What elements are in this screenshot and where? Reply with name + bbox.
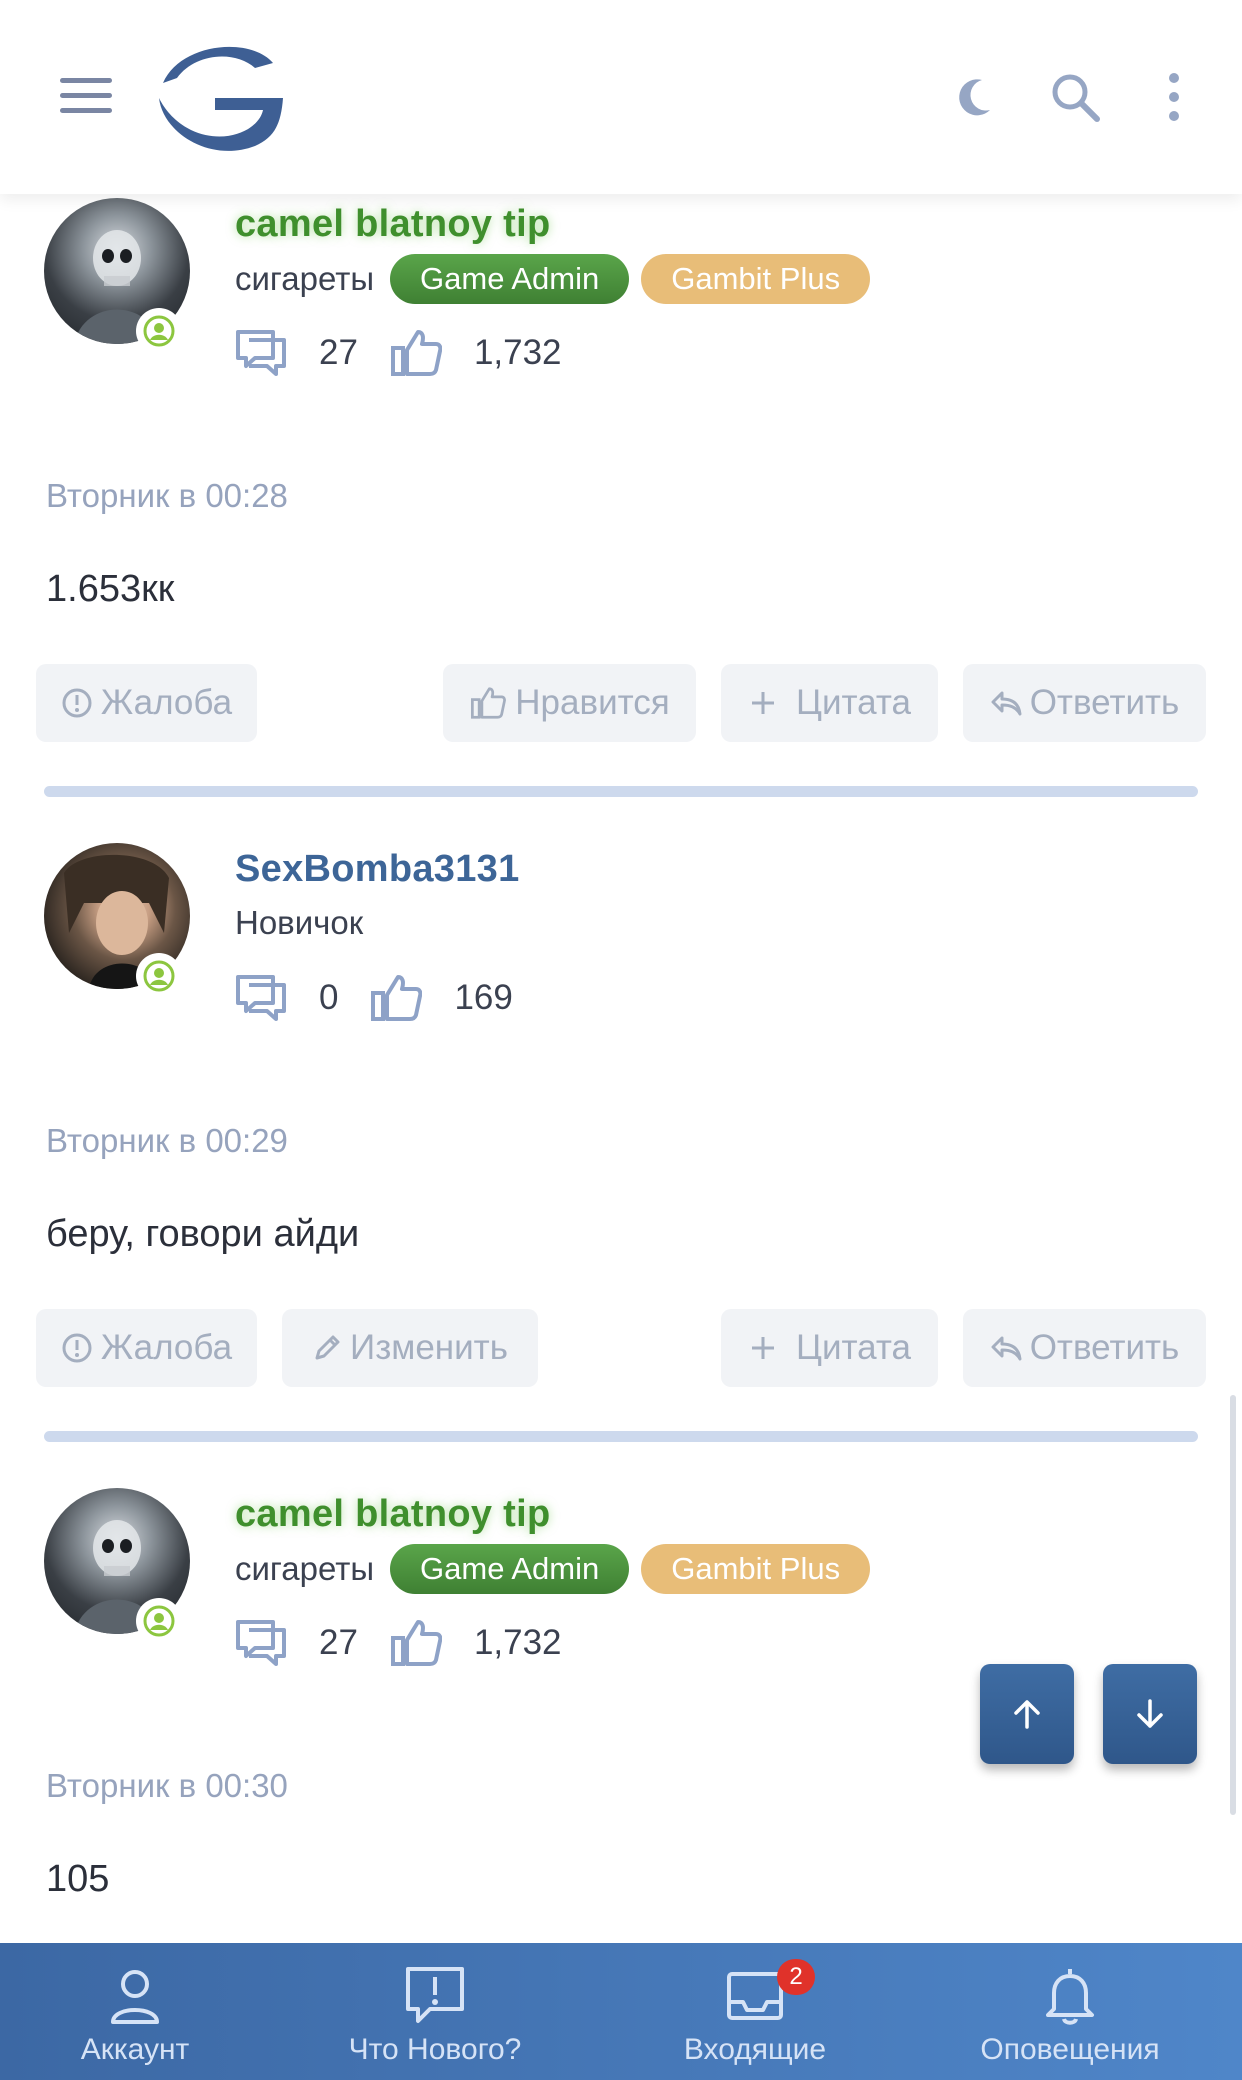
user-title: сигареты (235, 1550, 375, 1587)
bell-icon (1042, 1965, 1098, 2027)
arrow-down-icon (1137, 1699, 1163, 1728)
scroll-up-button[interactable] (980, 1664, 1074, 1764)
moon-icon[interactable] (950, 70, 1004, 124)
user-icon (107, 1965, 163, 2027)
arrow-up-icon (1014, 1700, 1040, 1729)
search-icon[interactable] (1048, 70, 1102, 124)
whats-new-icon (404, 1965, 466, 2027)
nav-account-label: Аккаунт (80, 2033, 190, 2066)
message-count: 27 (319, 1623, 358, 1662)
post-message: 105 (46, 1858, 110, 1900)
nav-account[interactable]: Аккаунт (40, 1943, 230, 2080)
inbox-icon: 2 (725, 1959, 815, 2027)
more-vertical-icon[interactable] (1148, 70, 1188, 124)
user-stats: 27 1,732 (235, 1618, 562, 1668)
nav-alerts[interactable]: Оповещения (960, 1943, 1180, 2080)
nav-inbox-label: Входящие (683, 2033, 827, 2066)
nav-inbox[interactable]: 2 Входящие (650, 1943, 860, 2080)
scroll-down-button[interactable] (1103, 1664, 1197, 1764)
page-scrollbar[interactable] (1230, 1395, 1236, 1815)
post-3: camel blatnoy tip сигареты Game Admin Ga… (0, 0, 1242, 1943)
reaction-score: 1,732 (473, 1623, 562, 1662)
thread-page: camel blatnoy tip сигареты Game Admin Ga… (0, 0, 1242, 2080)
inbox-count-badge: 2 (777, 1959, 815, 1995)
nav-whats-new-label: Что Нового? (348, 2033, 522, 2066)
username-link[interactable]: camel blatnoy tip (235, 1493, 551, 1536)
online-status-icon (136, 1598, 182, 1644)
hamburger-menu-icon[interactable] (60, 78, 112, 114)
nav-alerts-label: Оповещения (980, 2033, 1160, 2066)
gambit-logo-icon[interactable] (155, 38, 285, 158)
game-admin-badge: Game Admin (390, 1544, 630, 1594)
messages-icon (236, 1620, 286, 1666)
thumbs-up-icon (390, 1620, 442, 1666)
bottom-navigation: Аккаунт Что Нового? 2 Входящие Оповещени… (0, 1943, 1242, 2080)
gambit-plus-badge: Gambit Plus (641, 1544, 871, 1594)
nav-whats-new[interactable]: Что Нового? (330, 1943, 540, 2080)
post-date[interactable]: Вторник в 00:30 (46, 1767, 288, 1805)
user-roles: сигареты Game Admin Gambit Plus (235, 1544, 871, 1594)
top-header (0, 0, 1242, 194)
